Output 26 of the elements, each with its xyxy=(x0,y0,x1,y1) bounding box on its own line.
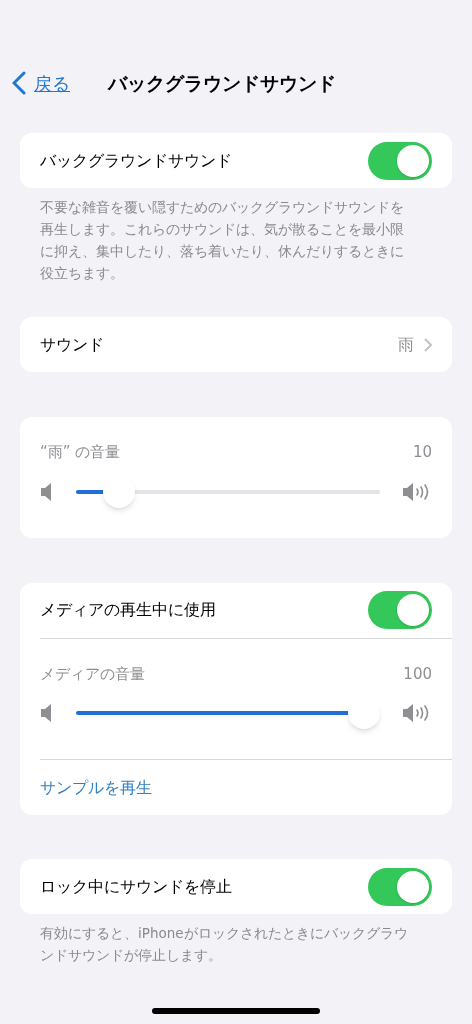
volume-slider[interactable] xyxy=(76,475,380,508)
setting-label: メディアの再生中に使用 xyxy=(40,599,216,621)
page-title: バックグラウンドサウンド xyxy=(108,70,336,96)
volume-label: “雨” の音量 xyxy=(40,442,121,463)
setting-label: サウンド xyxy=(40,333,104,356)
slider-thumb[interactable] xyxy=(348,697,380,729)
speaker-icon xyxy=(40,703,54,723)
setting-value: 雨 xyxy=(398,333,414,356)
chevron-right-icon xyxy=(424,337,432,352)
section-footer: 有効にすると、iPhoneがロックされたときにバックグラウンドサウンドが停止します。 xyxy=(20,914,452,966)
speaker-icon xyxy=(40,481,54,502)
toggle-switch[interactable] xyxy=(368,141,432,180)
setting-label: バックグラウンドサウンド xyxy=(40,149,232,172)
setting-label: ロック中にサウンドを停止 xyxy=(40,875,232,898)
toggle-switch[interactable] xyxy=(368,591,432,629)
back-button[interactable]: 戻る xyxy=(12,69,70,97)
slider-thumb[interactable] xyxy=(103,475,136,508)
volume-slider[interactable] xyxy=(76,697,380,729)
sound-row[interactable]: サウンド 雨 xyxy=(40,317,452,372)
chevron-left-icon xyxy=(12,71,26,95)
volume-reading: 10 xyxy=(412,442,432,463)
volume-label: メディアの音量 xyxy=(40,663,145,685)
volume-reading: 100 xyxy=(403,663,432,685)
section-footer: 不要な雑音を覆い隠すためのバックグラウンドサウンドを再生します。これらのサウンドは、気が散ることを最小限に抑え、集中したり、落ち着いたり、休んだりするときに役立ちます。 xyxy=(20,188,452,284)
play-sample-link[interactable]: サンプルを再生 xyxy=(40,775,152,800)
toggle-switch[interactable] xyxy=(368,867,432,906)
